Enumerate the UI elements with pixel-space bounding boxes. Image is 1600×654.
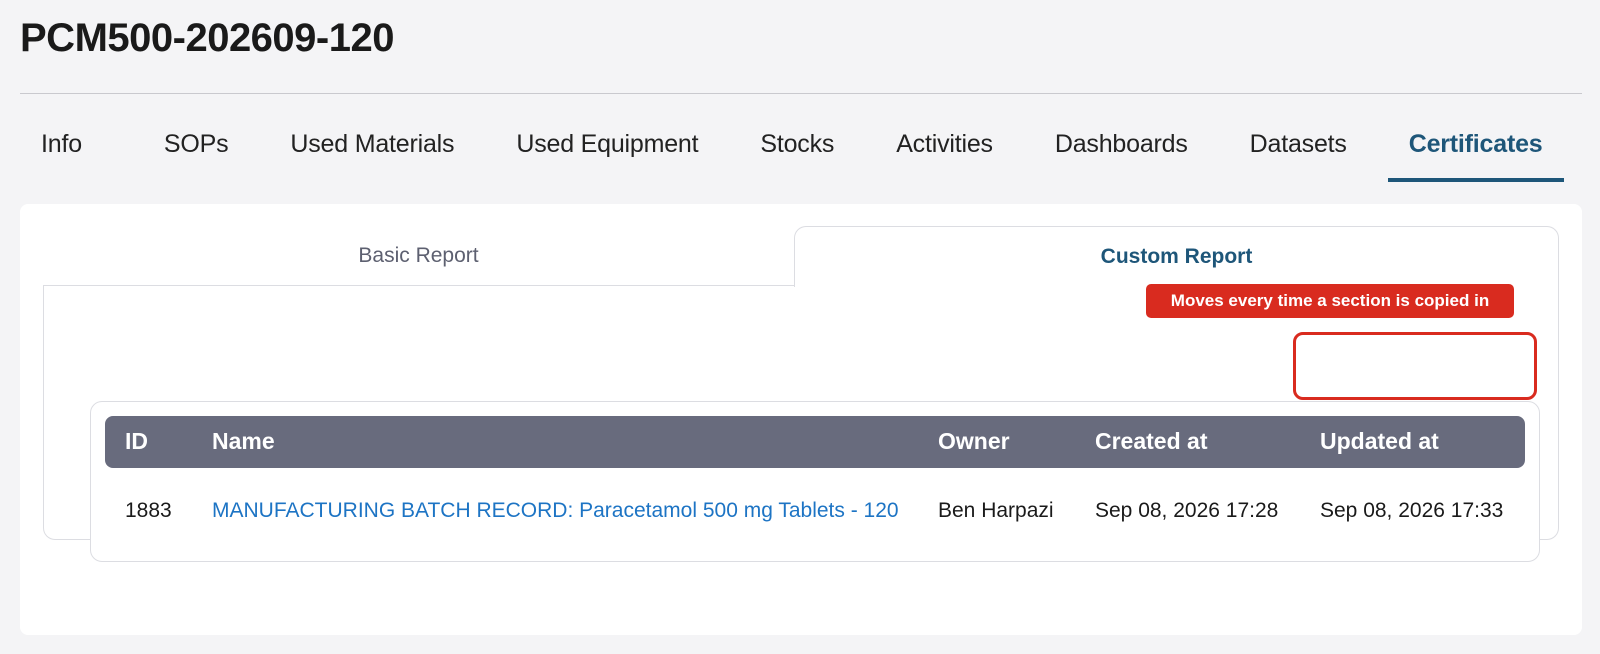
title-divider: [20, 93, 1582, 94]
cell-updated-at: Sep 08, 2026 17:33: [1320, 499, 1504, 522]
header-created-at[interactable]: Created at: [1095, 428, 1207, 455]
header-updated-at[interactable]: Updated at: [1320, 428, 1439, 455]
tab-used-materials[interactable]: Used Materials: [269, 110, 475, 182]
certificates-card: Basic Report Custom Report ID Name Owner…: [20, 204, 1582, 635]
tab-activities[interactable]: Activities: [875, 110, 1014, 182]
header-name[interactable]: Name: [212, 428, 275, 455]
header-id[interactable]: ID: [125, 428, 148, 455]
cell-id: 1883: [125, 499, 172, 522]
tab-stocks[interactable]: Stocks: [739, 110, 855, 182]
tab-certificates[interactable]: Certificates: [1387, 110, 1564, 182]
cell-created-at: Sep 08, 2026 17:28: [1095, 499, 1279, 522]
tab-dashboards[interactable]: Dashboards: [1034, 110, 1209, 182]
report-table: ID Name Owner Created at Updated at 1883…: [90, 401, 1540, 562]
tab-datasets[interactable]: Datasets: [1229, 110, 1368, 182]
annotation-label: Moves every time a section is copied in: [1146, 284, 1514, 318]
main-tabs: Info SOPs Used Materials Used Equipment …: [20, 110, 1564, 182]
report-name-link[interactable]: MANUFACTURING BATCH RECORD: Paracetamol …: [212, 499, 899, 523]
cell-owner: Ben Harpazi: [938, 499, 1054, 522]
report-tabs: Basic Report Custom Report ID Name Owner…: [43, 226, 1559, 562]
tab-sops[interactable]: SOPs: [143, 110, 250, 182]
table-row: 1883 MANUFACTURING BATCH RECORD: Paracet…: [105, 488, 1525, 532]
tab-info[interactable]: Info: [20, 110, 103, 182]
custom-report-panel: ID Name Owner Created at Updated at 1883…: [43, 286, 1559, 562]
header-owner[interactable]: Owner: [938, 428, 1010, 455]
tab-custom-report[interactable]: Custom Report: [794, 226, 1559, 287]
tab-used-equipment[interactable]: Used Equipment: [495, 110, 719, 182]
tab-basic-report[interactable]: Basic Report: [43, 226, 794, 286]
table-header: ID Name Owner Created at Updated at: [105, 416, 1525, 468]
page-title: PCM500-202609-120: [20, 16, 394, 60]
